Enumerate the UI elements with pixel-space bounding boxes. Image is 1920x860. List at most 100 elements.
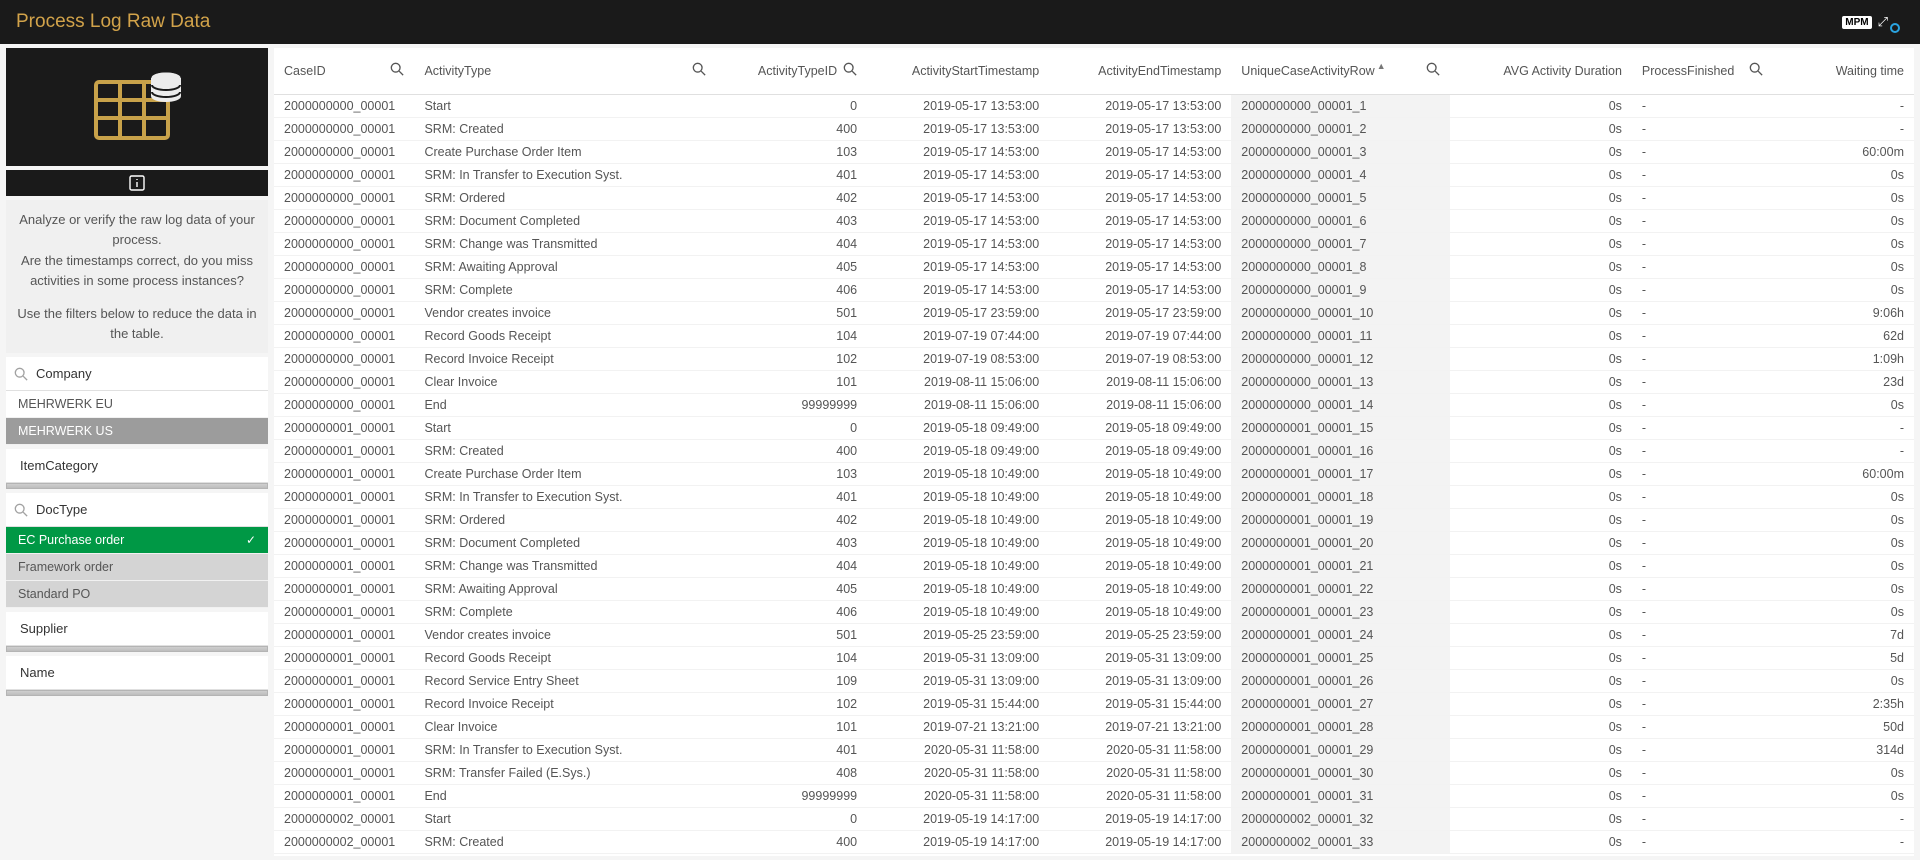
column-header[interactable]: ProcessFinished xyxy=(1632,48,1774,94)
list-item[interactable]: Standard PO xyxy=(6,581,268,608)
column-header[interactable]: ActivityType xyxy=(414,48,716,94)
table-cell: 0 xyxy=(716,416,867,439)
table-cell: 0s xyxy=(1450,761,1632,784)
table-cell: 2020-05-31 11:58:00 xyxy=(1049,738,1231,761)
filter-doctype-header[interactable]: DocType xyxy=(6,493,268,527)
table-cell: 0s xyxy=(1450,232,1632,255)
table-cell: 2019-05-17 14:53:00 xyxy=(867,186,1049,209)
table-row[interactable]: 2000000000_00001Vendor creates invoice50… xyxy=(274,301,1914,324)
column-header[interactable]: Waiting time xyxy=(1773,48,1914,94)
table-row[interactable]: 2000000000_00001SRM: Awaiting Approval40… xyxy=(274,255,1914,278)
filter-company-header[interactable]: Company xyxy=(6,357,268,391)
table-cell: 2019-05-31 13:09:00 xyxy=(867,646,1049,669)
search-icon[interactable] xyxy=(390,62,404,76)
table-row[interactable]: 2000000001_00001SRM: In Transfer to Exec… xyxy=(274,485,1914,508)
table-row[interactable]: 2000000000_00001SRM: In Transfer to Exec… xyxy=(274,163,1914,186)
table-row[interactable]: 2000000000_00001End999999992019-08-11 15… xyxy=(274,393,1914,416)
table-cell: 2019-07-19 08:53:00 xyxy=(867,347,1049,370)
list-item[interactable]: EC Purchase order✓ xyxy=(6,527,268,554)
table-cell: SRM: Created xyxy=(414,439,716,462)
table-row[interactable]: 2000000001_00001SRM: Created4002019-05-1… xyxy=(274,439,1914,462)
table-cell: 2000000000_00001 xyxy=(274,324,414,347)
filter-itemcategory-ruler[interactable] xyxy=(6,483,268,489)
table-row[interactable]: 2000000001_00001Clear Invoice1012019-07-… xyxy=(274,715,1914,738)
table-row[interactable]: 2000000000_00001Create Purchase Order It… xyxy=(274,140,1914,163)
filter-name-ruler[interactable] xyxy=(6,690,268,696)
table-cell: - xyxy=(1632,784,1774,807)
table-row[interactable]: 2000000001_00001Start02019-05-18 09:49:0… xyxy=(274,416,1914,439)
table-cell: 0s xyxy=(1450,117,1632,140)
table-cell: 101 xyxy=(716,715,867,738)
table-cell: End xyxy=(414,393,716,416)
filter-name-header[interactable]: Name xyxy=(6,656,268,690)
table-cell: 501 xyxy=(716,623,867,646)
column-header[interactable]: ActivityEndTimestamp xyxy=(1049,48,1231,94)
hint-line-2: Are the timestamps correct, do you miss … xyxy=(12,251,262,290)
list-item[interactable]: MEHRWERK US xyxy=(6,418,268,445)
table-cell: 0s xyxy=(1773,508,1914,531)
table-row[interactable]: 2000000001_00001End999999992020-05-31 11… xyxy=(274,784,1914,807)
table-cell: 0s xyxy=(1450,140,1632,163)
table-row[interactable]: 2000000001_00001Record Goods Receipt1042… xyxy=(274,646,1914,669)
table-row[interactable]: 2000000001_00001SRM: Transfer Failed (E.… xyxy=(274,761,1914,784)
table-row[interactable]: 2000000001_00001SRM: Document Completed4… xyxy=(274,531,1914,554)
table-row[interactable]: 2000000000_00001SRM: Document Completed4… xyxy=(274,209,1914,232)
table-cell: - xyxy=(1632,669,1774,692)
column-header[interactable]: ActivityTypeID xyxy=(716,48,867,94)
table-row[interactable]: 2000000001_00001Record Service Entry She… xyxy=(274,669,1914,692)
table-cell: 2000000001_00001 xyxy=(274,439,414,462)
table-row[interactable]: 2000000001_00001SRM: Change was Transmit… xyxy=(274,554,1914,577)
table-cell: 103 xyxy=(716,140,867,163)
table-cell: 2000000001_00001 xyxy=(274,485,414,508)
column-header[interactable]: AVG Activity Duration xyxy=(1450,48,1632,94)
table-row[interactable]: 2000000000_00001SRM: Complete4062019-05-… xyxy=(274,278,1914,301)
table-row[interactable]: 2000000001_00001Vendor creates invoice50… xyxy=(274,623,1914,646)
hint-line-3: Use the filters below to reduce the data… xyxy=(12,304,262,343)
column-header[interactable]: ActivityStartTimestamp xyxy=(867,48,1049,94)
table-row[interactable]: 2000000000_00001Clear Invoice1012019-08-… xyxy=(274,370,1914,393)
status-badge-icon xyxy=(1890,23,1900,33)
table-row[interactable]: 2000000000_00001SRM: Change was Transmit… xyxy=(274,232,1914,255)
list-item[interactable]: Framework order xyxy=(6,554,268,581)
table-row[interactable]: 2000000002_00001SRM: Created4002019-05-1… xyxy=(274,830,1914,853)
column-header[interactable]: CaseID xyxy=(274,48,414,94)
table-row[interactable]: 2000000000_00001Record Goods Receipt1042… xyxy=(274,324,1914,347)
search-icon[interactable] xyxy=(1749,62,1763,76)
table-row[interactable]: 2000000001_00001Create Purchase Order It… xyxy=(274,462,1914,485)
expand-icon[interactable]: ⤢ xyxy=(1878,14,1888,30)
table-row[interactable]: 2000000001_00001SRM: In Transfer to Exec… xyxy=(274,738,1914,761)
filter-itemcategory-header[interactable]: ItemCategory xyxy=(6,449,268,483)
table-row[interactable]: 2000000001_00001SRM: Ordered4022019-05-1… xyxy=(274,508,1914,531)
table-cell: 2019-05-17 14:53:00 xyxy=(867,232,1049,255)
search-icon[interactable] xyxy=(692,62,706,76)
filter-supplier-header[interactable]: Supplier xyxy=(6,612,268,646)
table-cell: - xyxy=(1632,393,1774,416)
table-row[interactable]: 2000000000_00001SRM: Created4002019-05-1… xyxy=(274,117,1914,140)
info-bar[interactable] xyxy=(6,170,268,196)
table-cell: 104 xyxy=(716,324,867,347)
table-cell: 2000000001_00001 xyxy=(274,761,414,784)
table-cell: 403 xyxy=(716,209,867,232)
table-row[interactable]: 2000000002_00001Start02019-05-19 14:17:0… xyxy=(274,807,1914,830)
search-icon[interactable] xyxy=(843,62,857,76)
table-row[interactable]: 2000000001_00001SRM: Complete4062019-05-… xyxy=(274,600,1914,623)
table-row[interactable]: 2000000001_00001Record Invoice Receipt10… xyxy=(274,692,1914,715)
column-header[interactable]: UniqueCaseActivityRow▲ xyxy=(1231,48,1450,94)
table-row[interactable]: 2000000001_00001SRM: Awaiting Approval40… xyxy=(274,577,1914,600)
table-cell: 2019-05-18 10:49:00 xyxy=(867,508,1049,531)
filter-supplier-ruler[interactable] xyxy=(6,646,268,652)
data-table-container[interactable]: CaseIDActivityTypeActivityTypeIDActivity… xyxy=(274,48,1914,856)
list-item[interactable]: MEHRWERK EU xyxy=(6,391,268,418)
table-cell: 501 xyxy=(716,301,867,324)
table-cell: - xyxy=(1632,646,1774,669)
table-cell: 2000000000_00001 xyxy=(274,163,414,186)
table-cell: SRM: Complete xyxy=(414,600,716,623)
table-cell: 2000000001_00001_30 xyxy=(1231,761,1450,784)
table-row[interactable]: 2000000000_00001Record Invoice Receipt10… xyxy=(274,347,1914,370)
table-cell: 0s xyxy=(1450,669,1632,692)
table-cell: 2000000000_00001_4 xyxy=(1231,163,1450,186)
table-row[interactable]: 2000000000_00001Start02019-05-17 13:53:0… xyxy=(274,94,1914,117)
search-icon[interactable] xyxy=(1426,62,1440,76)
table-row[interactable]: 2000000000_00001SRM: Ordered4022019-05-1… xyxy=(274,186,1914,209)
table-cell: 2019-05-17 13:53:00 xyxy=(867,94,1049,117)
